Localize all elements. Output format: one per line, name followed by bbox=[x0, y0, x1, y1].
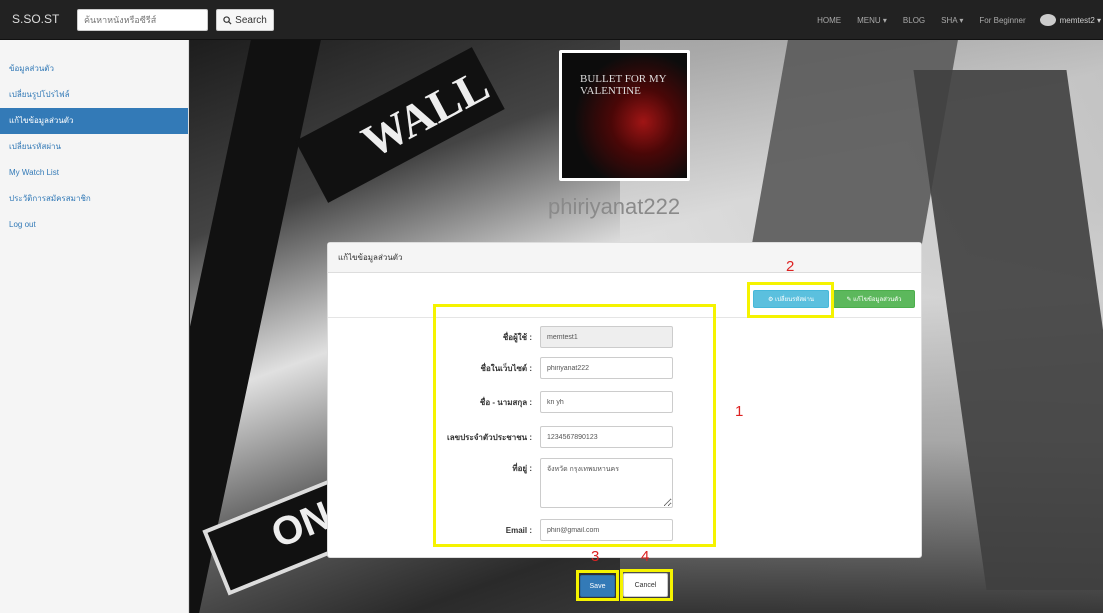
sidebar-item-change-password[interactable]: เปลี่ยนรหัสผ่าน bbox=[0, 134, 188, 160]
wall-street-sign: WALL bbox=[295, 47, 505, 203]
annotation-number-1: 1 bbox=[735, 403, 744, 420]
annotation-number-2: 2 bbox=[786, 258, 795, 275]
nav-links: HOME MENU ▾ BLOG SHA ▾ For Beginner memt… bbox=[809, 0, 1103, 40]
annotation-number-3: 3 bbox=[591, 548, 600, 565]
nav-link-blog[interactable]: BLOG bbox=[903, 16, 925, 25]
edit-info-label: แก้ไขข้อมูลส่วนตัว bbox=[853, 297, 902, 303]
sidebar-item-watch-list[interactable]: My Watch List bbox=[0, 160, 188, 186]
sidebar-item-edit-profile[interactable]: แก้ไขข้อมูลส่วนตัว bbox=[0, 108, 188, 134]
highlight-box-change-password bbox=[747, 282, 834, 318]
nav-link-sha[interactable]: SHA ▾ bbox=[941, 16, 963, 25]
profile-avatar-image: BULLET FOR MY VALENTINE bbox=[562, 53, 687, 178]
user-avatar bbox=[1039, 14, 1056, 26]
edit-info-button[interactable]: ✎ แก้ไขข้อมูลส่วนตัว bbox=[833, 290, 915, 308]
search-button-label: Search bbox=[235, 14, 267, 26]
avatar-band-text: BULLET FOR MY VALENTINE bbox=[580, 73, 667, 97]
panel-title: แก้ไขข้อมูลส่วนตัว bbox=[328, 243, 921, 273]
user-menu-label: memtest2 ▾ bbox=[1059, 15, 1101, 25]
nav-link-home[interactable]: HOME bbox=[817, 16, 841, 25]
edit-icon: ✎ bbox=[846, 296, 854, 303]
profile-username: phiriyanat222 bbox=[548, 194, 681, 219]
annotation-number-4: 4 bbox=[641, 548, 650, 565]
highlight-box-save bbox=[576, 570, 619, 601]
search-icon bbox=[223, 15, 232, 25]
wall-sign-text: WALL bbox=[353, 58, 497, 168]
user-menu[interactable]: memtest2 ▾ bbox=[1039, 14, 1101, 26]
highlight-box-cancel bbox=[620, 569, 673, 601]
search-input[interactable] bbox=[77, 9, 208, 31]
sidebar-item-profile-info[interactable]: ข้อมูลส่วนตัว bbox=[0, 56, 188, 82]
sidebar-item-subscription-history[interactable]: ประวัติการสมัครสมาชิก bbox=[0, 186, 188, 212]
nav-link-menu[interactable]: MENU ▾ bbox=[857, 16, 887, 25]
top-navbar: S.SO.ST Search HOME MENU ▾ BLOG SHA ▾ Fo… bbox=[0, 0, 1103, 40]
search-button[interactable]: Search bbox=[216, 9, 274, 31]
sidebar-item-change-avatar[interactable]: เปลี่ยนรูปโปรไฟล์ bbox=[0, 82, 188, 108]
brand-logo[interactable]: S.SO.ST bbox=[12, 12, 59, 26]
nav-link-beginner[interactable]: For Beginner bbox=[979, 16, 1025, 25]
highlight-box-form bbox=[433, 304, 716, 547]
sidebar: ข้อมูลส่วนตัว เปลี่ยนรูปโปรไฟล์ แก้ไขข้อ… bbox=[0, 40, 189, 613]
profile-avatar: BULLET FOR MY VALENTINE bbox=[559, 50, 690, 181]
sidebar-item-logout[interactable]: Log out bbox=[0, 212, 188, 238]
